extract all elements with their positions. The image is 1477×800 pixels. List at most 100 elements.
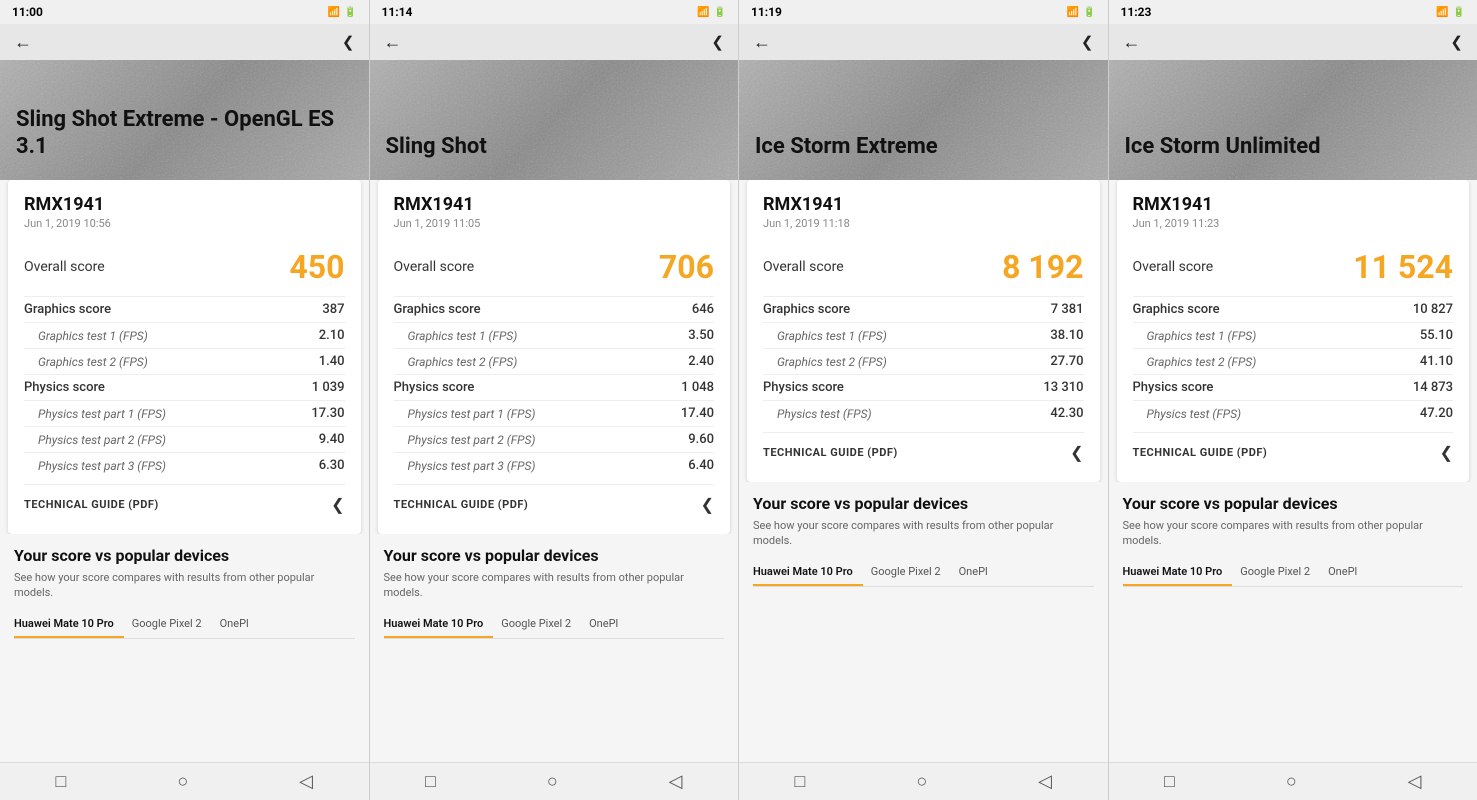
hero-banner: Ice Storm Extreme <box>739 60 1108 180</box>
device-date: Jun 1, 2019 10:56 <box>24 217 345 230</box>
score-row-4: Physics test part 1 (FPS) 17.30 <box>24 400 345 426</box>
share-button[interactable]: ❮ <box>711 33 724 51</box>
score-row-2: Graphics test 2 (FPS) 2.40 <box>394 348 715 374</box>
popular-title: Your score vs popular devices <box>14 546 355 567</box>
score-row-1: Graphics test 1 (FPS) 38.10 <box>763 322 1084 348</box>
share-button[interactable]: ❮ <box>342 33 355 51</box>
device-tab-1[interactable]: Google Pixel 2 <box>871 559 951 586</box>
home-button[interactable]: □ <box>55 771 66 792</box>
device-tab-0[interactable]: Huawei Mate 10 Pro <box>1123 559 1233 586</box>
device-tab-1[interactable]: Google Pixel 2 <box>1240 559 1320 586</box>
device-tab-1[interactable]: Google Pixel 2 <box>132 611 212 638</box>
battery-icon: 🔋 <box>1083 7 1095 18</box>
row-label-3: Physics score <box>24 380 105 395</box>
score-card: RMX1941 Jun 1, 2019 10:56 Overall score … <box>8 180 361 534</box>
status-time: 11:00 <box>12 5 43 19</box>
status-icons: 📶 🔋 <box>1067 7 1096 18</box>
technical-share-icon[interactable]: ❮ <box>1440 443 1453 462</box>
device-tab-0[interactable]: Huawei Mate 10 Pro <box>384 611 494 638</box>
row-value-0: 10 827 <box>1413 302 1453 317</box>
recent-button[interactable]: ◁ <box>1408 771 1422 792</box>
technical-share-icon[interactable]: ❮ <box>701 495 714 514</box>
technical-share-icon[interactable]: ❮ <box>331 495 344 514</box>
popular-subtitle: See how your score compares with results… <box>753 518 1094 549</box>
recent-button[interactable]: ◁ <box>1038 771 1052 792</box>
status-bar: 11:23 📶 🔋 <box>1109 0 1477 24</box>
device-tab-1[interactable]: Google Pixel 2 <box>501 611 581 638</box>
back-nav-button[interactable]: ○ <box>177 771 188 792</box>
device-tab-2[interactable]: OnePl <box>220 611 259 638</box>
row-value-1: 2.10 <box>319 328 345 343</box>
back-button[interactable]: ← <box>753 32 771 53</box>
device-tab-2[interactable]: OnePl <box>589 611 628 638</box>
device-name: RMX1941 <box>394 194 715 215</box>
nav-bar: ← ❮ <box>370 24 739 60</box>
device-name: RMX1941 <box>763 194 1084 215</box>
popular-title: Your score vs popular devices <box>753 494 1094 515</box>
row-value-0: 387 <box>322 302 344 317</box>
row-label-3: Physics score <box>763 380 844 395</box>
technical-share-icon[interactable]: ❮ <box>1070 443 1083 462</box>
row-label-0: Graphics score <box>24 302 111 317</box>
popular-section: Your score vs popular devices See how yo… <box>370 534 739 647</box>
home-button[interactable]: □ <box>794 771 805 792</box>
technical-guide-label[interactable]: TECHNICAL GUIDE (PDF) <box>394 498 529 511</box>
back-nav-button[interactable]: ○ <box>1286 771 1297 792</box>
technical-guide-row: TECHNICAL GUIDE (PDF) ❮ <box>1133 432 1454 468</box>
score-row-1: Graphics test 1 (FPS) 2.10 <box>24 322 345 348</box>
row-label-3: Physics score <box>394 380 475 395</box>
overall-score: 8 192 <box>1002 248 1083 286</box>
back-nav-button[interactable]: ○ <box>547 771 558 792</box>
recent-button[interactable]: ◁ <box>299 771 313 792</box>
recent-button[interactable]: ◁ <box>669 771 683 792</box>
hero-banner: Ice Storm Unlimited <box>1109 60 1477 180</box>
share-button[interactable]: ❮ <box>1081 33 1094 51</box>
row-label-2: Graphics test 2 (FPS) <box>1133 355 1257 369</box>
back-nav-button[interactable]: ○ <box>916 771 927 792</box>
back-button[interactable]: ← <box>1123 32 1141 53</box>
back-button[interactable]: ← <box>384 32 402 53</box>
device-tab-2[interactable]: OnePl <box>1328 559 1367 586</box>
score-row-3: Physics score 1 039 <box>24 374 345 400</box>
technical-guide-label[interactable]: TECHNICAL GUIDE (PDF) <box>763 446 898 459</box>
score-row-5: Physics test part 2 (FPS) 9.40 <box>24 426 345 452</box>
row-label-1: Graphics test 1 (FPS) <box>1133 329 1257 343</box>
score-row-6: Physics test part 3 (FPS) 6.30 <box>24 452 345 478</box>
back-button[interactable]: ← <box>14 32 32 53</box>
overall-label: Overall score <box>394 259 475 275</box>
status-bar: 11:19 📶 🔋 <box>739 0 1108 24</box>
row-label-2: Graphics test 2 (FPS) <box>763 355 887 369</box>
technical-guide-label[interactable]: TECHNICAL GUIDE (PDF) <box>1133 446 1268 459</box>
device-tab-0[interactable]: Huawei Mate 10 Pro <box>14 611 124 638</box>
technical-guide-row: TECHNICAL GUIDE (PDF) ❮ <box>763 432 1084 468</box>
overall-row: Overall score 450 <box>24 242 345 296</box>
technical-guide-label[interactable]: TECHNICAL GUIDE (PDF) <box>24 498 159 511</box>
score-row-3: Physics score 1 048 <box>394 374 715 400</box>
score-card: RMX1941 Jun 1, 2019 11:23 Overall score … <box>1117 180 1470 482</box>
row-value-6: 6.40 <box>688 458 714 473</box>
share-button[interactable]: ❮ <box>1450 33 1463 51</box>
signal-icon: 📶 <box>328 7 340 18</box>
overall-row: Overall score 11 524 <box>1133 242 1454 296</box>
popular-subtitle: See how your score compares with results… <box>384 570 725 601</box>
phone-panel-2: 11:14 📶 🔋 ← ❮ Sling Shot RMX1941 Jun 1, … <box>370 0 740 800</box>
bottom-nav: □ ○ ◁ <box>370 762 739 800</box>
bottom-nav: □ ○ ◁ <box>739 762 1108 800</box>
home-button[interactable]: □ <box>425 771 436 792</box>
popular-section: Your score vs popular devices See how yo… <box>739 482 1108 595</box>
row-value-0: 646 <box>692 302 714 317</box>
bottom-nav: □ ○ ◁ <box>1109 762 1477 800</box>
row-label-2: Graphics test 2 (FPS) <box>394 355 518 369</box>
benchmark-title: Sling Shot Extreme - OpenGL ES 3.1 <box>16 107 353 160</box>
home-button[interactable]: □ <box>1164 771 1175 792</box>
row-value-4: 42.30 <box>1050 406 1083 421</box>
overall-score: 706 <box>659 248 714 286</box>
device-tab-0[interactable]: Huawei Mate 10 Pro <box>753 559 863 586</box>
row-value-2: 41.10 <box>1420 354 1453 369</box>
benchmark-title: Sling Shot <box>386 134 487 160</box>
row-value-5: 9.40 <box>319 432 345 447</box>
device-tab-2[interactable]: OnePl <box>959 559 998 586</box>
phone-panel-3: 11:19 📶 🔋 ← ❮ Ice Storm Extreme RMX1941 … <box>739 0 1109 800</box>
battery-icon: 🔋 <box>344 7 356 18</box>
popular-subtitle: See how your score compares with results… <box>14 570 355 601</box>
